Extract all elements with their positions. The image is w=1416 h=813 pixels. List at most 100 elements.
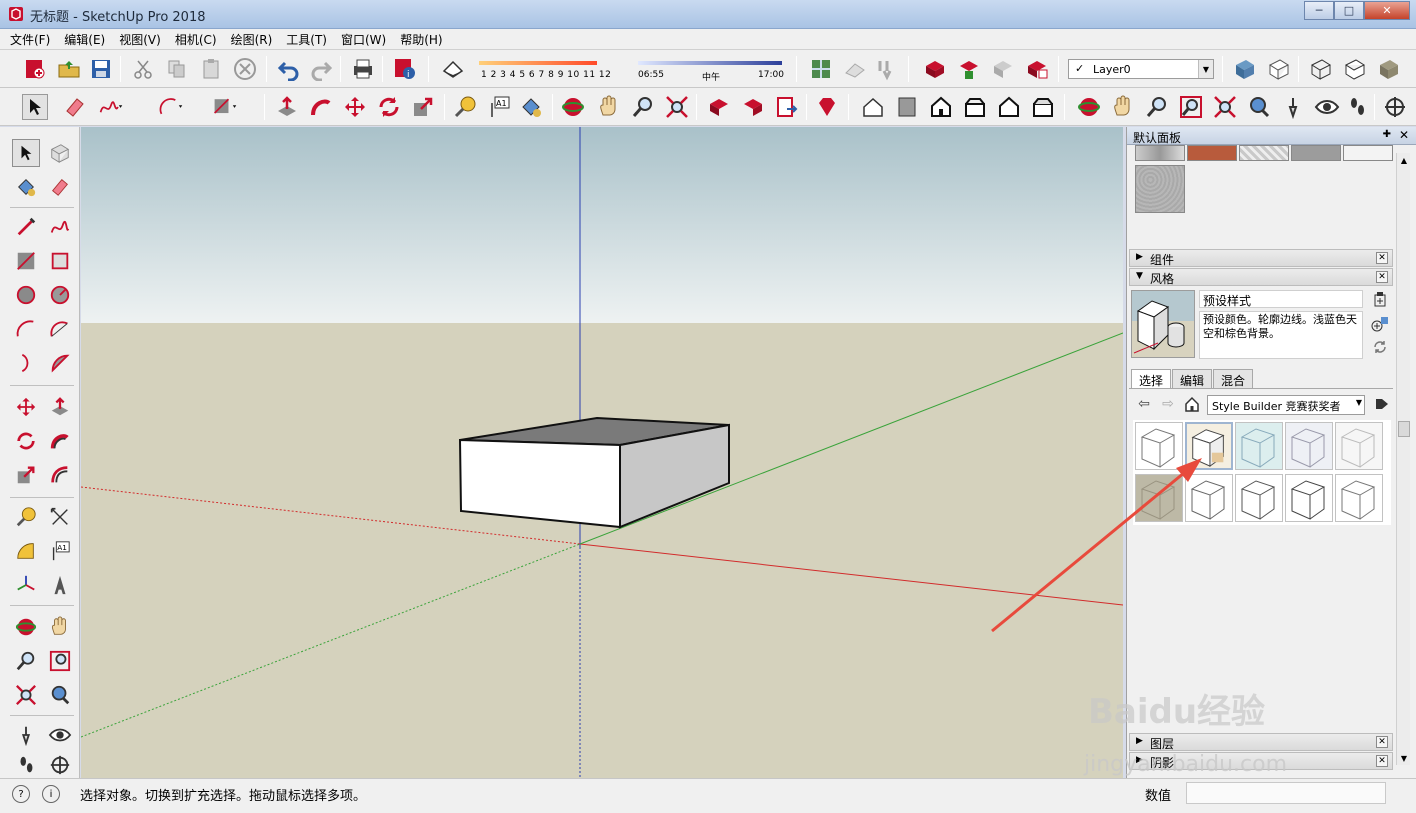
undo-icon[interactable] xyxy=(276,56,302,82)
right-view-icon[interactable] xyxy=(962,94,988,120)
follow-me-tool-icon[interactable] xyxy=(308,94,334,120)
polygon-tool-icon[interactable] xyxy=(46,281,74,309)
refresh-icon[interactable] xyxy=(1371,338,1389,356)
details-arrow-icon[interactable] xyxy=(1373,395,1391,413)
style-thumbnail[interactable] xyxy=(1335,422,1383,470)
select-tool-icon[interactable] xyxy=(12,139,40,167)
scroll-up-icon[interactable]: ▲ xyxy=(1397,153,1411,167)
ruby-console-icon[interactable] xyxy=(814,94,840,120)
measurements-input[interactable] xyxy=(1186,782,1386,804)
tray-scrollbar[interactable]: ▲ ▼ xyxy=(1396,153,1410,765)
axes-tool-icon[interactable] xyxy=(12,571,40,599)
orbit-camera-icon[interactable] xyxy=(1076,94,1102,120)
components-section[interactable]: ▶ 组件 ✕ xyxy=(1129,249,1393,267)
share-model-icon[interactable] xyxy=(956,56,982,82)
front-view-icon[interactable] xyxy=(928,94,954,120)
wireframe-style-icon[interactable] xyxy=(1308,56,1334,82)
info-icon[interactable]: i xyxy=(42,785,60,803)
protractor-tool-icon[interactable] xyxy=(12,537,40,565)
chevron-down-icon[interactable]: ▼ xyxy=(1356,398,1362,407)
tray-close-icon[interactable]: ✕ xyxy=(1399,128,1409,142)
paint-bucket-icon[interactable] xyxy=(518,94,544,120)
shadow-time-slider[interactable]: 06:55 中午 17:00 xyxy=(636,58,784,83)
style-description-field[interactable]: 预设颜色。轮廓边线。浅蓝色天空和棕色背景。 xyxy=(1199,311,1363,359)
modeling-viewport[interactable] xyxy=(81,127,1123,778)
look-around-icon[interactable] xyxy=(46,721,74,749)
left-view-icon[interactable] xyxy=(1030,94,1056,120)
shaded-style-icon[interactable] xyxy=(1232,56,1258,82)
zoom-extents-icon[interactable] xyxy=(12,681,40,709)
xray-style-icon[interactable] xyxy=(1266,56,1292,82)
style-thumbnail[interactable] xyxy=(1285,474,1333,522)
tape-measure-icon[interactable] xyxy=(12,503,40,531)
orbit-tool-icon[interactable] xyxy=(560,94,586,120)
paste-icon[interactable] xyxy=(198,56,224,82)
look-around-icon[interactable] xyxy=(1314,94,1340,120)
zoom-extents-camera-icon[interactable] xyxy=(1212,94,1238,120)
style-thumbnail[interactable] xyxy=(1335,474,1383,522)
rectangle-tool-icon[interactable] xyxy=(12,247,40,275)
zoom-window-icon[interactable] xyxy=(1178,94,1204,120)
scroll-down-icon[interactable]: ▼ xyxy=(1397,751,1411,765)
move-tool-icon[interactable] xyxy=(12,393,40,421)
zoom-camera-icon[interactable] xyxy=(1144,94,1170,120)
section-close-icon[interactable]: ✕ xyxy=(1376,271,1388,283)
chevron-down-icon[interactable]: ▼ xyxy=(1198,60,1213,78)
menu-help[interactable]: 帮助(H) xyxy=(400,31,442,48)
menu-camera[interactable]: 相机(C) xyxy=(175,31,217,48)
extension-warehouse-icon[interactable] xyxy=(1024,56,1050,82)
paint-bucket-icon[interactable] xyxy=(12,173,40,201)
terrain-toggle-icon[interactable] xyxy=(874,56,900,82)
three-point-arc-icon[interactable] xyxy=(12,349,40,377)
menu-edit[interactable]: 编辑(E) xyxy=(64,31,105,48)
style-collection-dropdown[interactable]: Style Builder 竞赛获奖者 ▼ xyxy=(1207,395,1365,415)
warehouse-share-icon[interactable] xyxy=(740,94,766,120)
pin-icon[interactable]: ✚ xyxy=(1383,129,1391,140)
redo-icon[interactable] xyxy=(308,56,334,82)
shadows-toggle-icon[interactable] xyxy=(440,56,466,82)
menu-window[interactable]: 窗口(W) xyxy=(341,31,386,48)
3d-warehouse-icon[interactable] xyxy=(922,56,948,82)
layers-section[interactable]: ▶ 图层 ✕ xyxy=(1129,733,1393,751)
new-file-icon[interactable] xyxy=(22,56,48,82)
line-tool-icon[interactable] xyxy=(12,213,40,241)
eraser-tool-icon[interactable] xyxy=(62,94,88,120)
share-component-icon[interactable] xyxy=(990,56,1016,82)
zoom-tool-icon[interactable] xyxy=(630,94,656,120)
shadow-date-slider[interactable]: 1 2 3 4 5 6 7 8 9 10 11 12 xyxy=(475,58,625,82)
geo-location-icon[interactable] xyxy=(808,56,834,82)
copy-icon[interactable] xyxy=(164,56,190,82)
zoom-window-icon[interactable] xyxy=(46,647,74,675)
push-pull-tool-icon[interactable] xyxy=(46,393,74,421)
tab-edit[interactable]: 编辑 xyxy=(1172,369,1213,389)
top-view-icon[interactable] xyxy=(894,94,920,120)
freehand-tool-icon[interactable] xyxy=(46,213,74,241)
section-plane-icon[interactable] xyxy=(46,751,74,779)
arc-tool-icon[interactable] xyxy=(12,315,40,343)
eraser-tool-icon[interactable] xyxy=(46,173,74,201)
text-tool-icon[interactable]: A1 xyxy=(486,94,512,120)
section-close-icon[interactable]: ✕ xyxy=(1376,755,1388,767)
styles-section[interactable]: ▼ 风格 ✕ xyxy=(1129,268,1393,286)
scroll-thumb[interactable] xyxy=(1398,421,1410,437)
menu-tools[interactable]: 工具(T) xyxy=(286,31,327,48)
arc-tool-icon[interactable] xyxy=(158,94,184,120)
print-icon[interactable] xyxy=(350,56,376,82)
circle-tool-icon[interactable] xyxy=(12,281,40,309)
send-to-layout-icon[interactable] xyxy=(774,94,800,120)
previous-view-icon[interactable] xyxy=(1246,94,1272,120)
text-tool-icon[interactable]: A1 xyxy=(46,537,74,565)
model-info-icon[interactable]: i xyxy=(392,56,418,82)
hidden-line-style-icon[interactable] xyxy=(1342,56,1368,82)
textured-style-icon[interactable] xyxy=(1376,56,1402,82)
maximize-button[interactable]: □ xyxy=(1334,1,1364,20)
material-swatch[interactable] xyxy=(1291,145,1341,161)
open-folder-icon[interactable] xyxy=(56,56,82,82)
style-thumbnail[interactable] xyxy=(1235,422,1283,470)
follow-me-tool-icon[interactable] xyxy=(46,427,74,455)
style-thumbnail[interactable] xyxy=(1285,422,1333,470)
pan-tool-icon[interactable] xyxy=(596,94,622,120)
tab-mix[interactable]: 混合 xyxy=(1213,369,1254,389)
section-close-icon[interactable]: ✕ xyxy=(1376,252,1388,264)
section-plane-icon[interactable] xyxy=(1382,94,1408,120)
